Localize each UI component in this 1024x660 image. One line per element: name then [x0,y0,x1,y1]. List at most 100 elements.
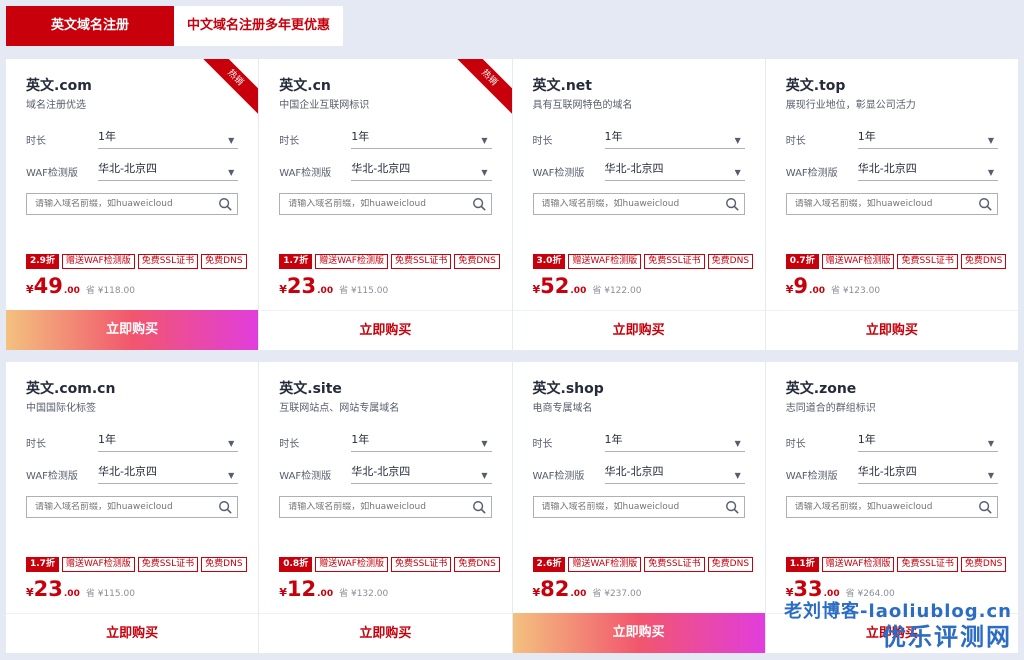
domain-prefix-input[interactable] [35,502,215,512]
duration-select[interactable]: 1年 ▼ [604,432,745,452]
waf-field: WAF检测版 华北-北京四 ▼ [279,464,492,484]
domain-description: 展现行业地位，彰显公司活力 [785,100,916,111]
domain-prefix-input[interactable] [35,199,215,209]
saved-value: 118.00 [103,286,135,296]
saved-value: 123.00 [848,286,881,296]
search-icon[interactable] [978,500,992,514]
duration-value: 1年 [604,433,623,446]
waf-region-select[interactable]: 华北-北京四 ▼ [857,464,998,484]
waf-region-select[interactable]: 华北-北京四 ▼ [351,161,492,181]
waf-label: WAF检测版 [785,167,838,179]
domain-description: 互联网站点、网站专属域名 [279,403,400,414]
waf-gift-tag: 赠送WAF检测版 [821,254,895,269]
duration-value: 1年 [98,433,116,446]
waf-label: WAF检测版 [532,470,585,482]
search-icon[interactable] [725,197,739,211]
waf-label: WAF检测版 [26,470,78,482]
discount-badge: 1.1折 [785,557,819,572]
domain-tabs: 英文域名注册 中文域名注册多年更优惠 [6,6,343,46]
waf-region-value: 华北-北京四 [857,465,917,478]
buy-now-button[interactable]: 立即购买 [765,310,1018,350]
price-currency: ¥ [532,586,541,599]
search-icon[interactable] [725,500,739,514]
search-icon[interactable] [218,197,232,211]
saved-prefix: 省 ¥ [830,286,849,296]
duration-select[interactable]: 1年 ▼ [604,129,745,149]
price: ¥ 12 .00 省 ¥132.00 [279,577,388,601]
dns-tag: 免费DNS [707,254,754,269]
ssl-tag: 免费SSL证书 [137,254,199,269]
domain-card: 英文.top 展现行业地位，彰显公司活力 时长 1年 ▼ WAF检测版 华北-北… [765,59,1018,350]
waf-region-value: 华北-北京四 [351,162,411,175]
search-icon[interactable] [978,197,992,211]
duration-label: 时长 [26,135,46,147]
duration-value: 1年 [98,130,116,143]
tab-english-domain[interactable]: 英文域名注册 [6,6,174,46]
caret-down-icon: ▼ [734,439,741,448]
waf-label: WAF检测版 [279,167,332,179]
ssl-tag: 免费SSL证书 [390,254,452,269]
domain-prefix-input[interactable] [288,199,469,209]
caret-down-icon: ▼ [481,136,488,145]
caret-down-icon: ▼ [734,471,741,480]
price-currency: ¥ [279,283,287,296]
buy-now-button[interactable]: 立即购买 [259,310,512,350]
duration-field: 时长 1年 ▼ [786,432,998,452]
search-icon[interactable] [218,500,232,514]
waf-label: WAF检测版 [26,167,78,179]
waf-region-select[interactable]: 华北-北京四 ▼ [604,464,745,484]
waf-field: WAF检测版 华北-北京四 ▼ [279,161,492,181]
price-integer: 52 [540,274,570,298]
duration-select[interactable]: 1年 ▼ [857,432,998,452]
domain-prefix-input[interactable] [541,502,722,512]
waf-region-select[interactable]: 华北-北京四 ▼ [98,464,239,484]
waf-region-select[interactable]: 华北-北京四 ▼ [351,464,492,484]
duration-label: 时长 [279,438,300,450]
domain-prefix-input[interactable] [288,502,469,512]
buy-now-button[interactable]: 立即购买 [6,310,259,350]
duration-select[interactable]: 1年 ▼ [351,129,492,149]
domain-name: 英文.net [532,78,592,94]
buy-now-button[interactable]: 立即购买 [512,310,765,350]
duration-select[interactable]: 1年 ▼ [351,432,492,452]
saved-value: 237.00 [609,589,642,599]
saved-value: 115.00 [356,286,389,296]
waf-field: WAF检测版 华北-北京四 ▼ [533,161,745,181]
domain-card: 热销 英文.com 域名注册优选 时长 1年 ▼ WAF检测版 华北-北京四 ▼ [6,59,259,350]
saved-value: 115.00 [103,589,135,599]
duration-select[interactable]: 1年 ▼ [98,129,239,149]
buy-now-button[interactable]: 立即购买 [6,613,259,653]
dns-tag: 免费DNS [201,557,247,572]
duration-value: 1年 [351,433,370,446]
waf-region-select[interactable]: 华北-北京四 ▼ [98,161,239,181]
domain-prefix-input[interactable] [794,199,975,209]
waf-region-value: 华北-北京四 [604,465,664,478]
caret-down-icon: ▼ [228,136,235,145]
tab-chinese-domain[interactable]: 中文域名注册多年更优惠 [174,6,343,46]
discount-badge: 3.0折 [532,254,566,269]
buy-now-button[interactable]: 立即购买 [259,613,512,653]
waf-region-select[interactable]: 华北-北京四 ▼ [857,161,998,181]
price-integer: 23 [33,577,63,601]
domain-search-box [785,193,998,215]
waf-region-select[interactable]: 华北-北京四 ▼ [604,161,745,181]
domain-search-box [532,193,745,215]
saved-amount: 省 ¥122.00 [592,283,641,296]
price-currency: ¥ [532,283,541,296]
duration-select[interactable]: 1年 ▼ [98,432,239,452]
waf-label: WAF检测版 [785,470,838,482]
domain-search-box [279,496,492,518]
domain-card: 英文.site 互联网站点、网站专属域名 时长 1年 ▼ WAF检测版 华北-北… [259,362,512,653]
waf-region-value: 华北-北京四 [98,465,157,478]
domain-prefix-input[interactable] [794,502,975,512]
domain-prefix-input[interactable] [541,199,722,209]
waf-gift-tag: 赠送WAF检测版 [315,254,388,269]
duration-select[interactable]: 1年 ▼ [857,129,998,149]
domain-card: 英文.com.cn 中国国际化标签 时长 1年 ▼ WAF检测版 华北-北京四 … [6,362,259,653]
caret-down-icon: ▼ [734,136,741,145]
buy-now-button[interactable]: 立即购买 [512,613,765,653]
search-icon[interactable] [472,500,486,514]
price: ¥ 9 .00 省 ¥123.00 [786,274,880,298]
search-icon[interactable] [472,197,486,211]
saved-prefix: 省 ¥ [592,286,610,296]
